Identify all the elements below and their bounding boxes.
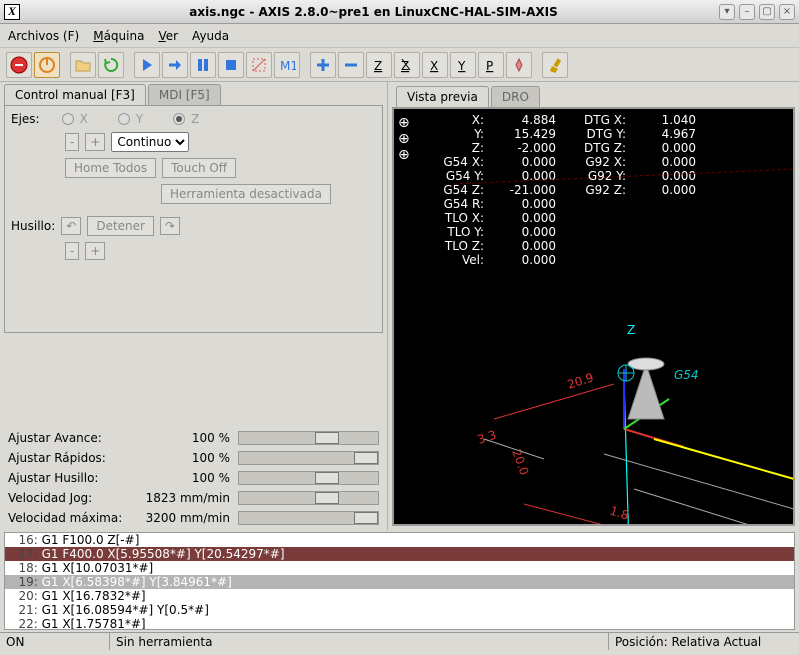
optional-stop-button[interactable]: M1	[274, 52, 300, 78]
window-minimize-button[interactable]: –	[739, 4, 755, 20]
tab-dro[interactable]: DRO	[491, 86, 540, 107]
svg-text:3.3: 3.3	[476, 428, 498, 447]
view-z2-button[interactable]: Z	[394, 52, 420, 78]
preview-viewport[interactable]: ⊕⊕⊕ X:4.884DTG X:1.040Y:15.429DTG Y:4.96…	[392, 107, 795, 526]
gcode-line[interactable]: 20: G1 X[16.7832*#]	[5, 589, 794, 603]
scene-3d: Z G54 20.9 3.3 20.0 1.8	[394, 109, 794, 526]
axis-z-radio[interactable]	[173, 113, 185, 125]
tab-mdi[interactable]: MDI [F5]	[148, 84, 221, 105]
axis-x-radio[interactable]	[62, 113, 74, 125]
gcode-line[interactable]: 18: G1 X[10.07031*#]	[5, 561, 794, 575]
open-button[interactable]	[70, 52, 96, 78]
jog-speed-slider[interactable]	[238, 491, 379, 505]
view-z-button[interactable]: Z	[366, 52, 392, 78]
jog-speed-value: 1823 mm/min	[138, 491, 238, 505]
feed-override-value: 100 %	[138, 431, 238, 445]
estop-button[interactable]	[6, 52, 32, 78]
gcode-line[interactable]: 22: G1 X[1.75781*#]	[5, 617, 794, 630]
tab-preview[interactable]: Vista previa	[396, 86, 489, 107]
axis-y-radio[interactable]	[118, 113, 130, 125]
feed-override-label: Ajustar Avance:	[8, 431, 138, 445]
window-close-button[interactable]: ×	[779, 4, 795, 20]
zoom-out-button[interactable]	[338, 52, 364, 78]
gcode-line[interactable]: 16: G1 F100.0 Z[-#]	[5, 533, 794, 547]
spindle-cw-button[interactable]: ↷	[160, 217, 180, 235]
touch-off-button[interactable]: Touch Off	[162, 158, 236, 178]
svg-text:X: X	[430, 59, 438, 73]
jog-plus-button[interactable]: +	[85, 133, 105, 151]
view-x-button[interactable]: X	[422, 52, 448, 78]
tool-touch-off-button[interactable]: Herramienta desactivada	[161, 184, 331, 204]
menu-help[interactable]: Ayuda	[192, 29, 229, 43]
menu-machine[interactable]: Máquina	[93, 29, 144, 43]
svg-text:P: P	[486, 59, 493, 73]
play-button[interactable]	[134, 52, 160, 78]
gcode-line[interactable]: 21: G1 X[16.08594*#] Y[0.5*#]	[5, 603, 794, 617]
svg-text:G54: G54	[674, 368, 699, 382]
app-icon: X	[4, 4, 20, 20]
menu-view[interactable]: Ver	[158, 29, 178, 43]
status-position: Posición: Relativa Actual	[609, 633, 799, 650]
window-title: axis.ngc - AXIS 2.8.0~pre1 en LinuxCNC-H…	[28, 5, 719, 19]
gcode-listing[interactable]: 16: G1 F100.0 Z[-#] 17: G1 F400.0 X[5.95…	[4, 532, 795, 630]
view-y-button[interactable]: Y	[450, 52, 476, 78]
svg-text:M1: M1	[280, 59, 296, 73]
window-titlebar: X axis.ngc - AXIS 2.8.0~pre1 en LinuxCNC…	[0, 0, 799, 24]
rapid-override-slider[interactable]	[238, 451, 379, 465]
svg-text:Z: Z	[374, 59, 382, 73]
rapid-override-value: 100 %	[138, 451, 238, 465]
tab-manual[interactable]: Control manual [F3]	[4, 84, 146, 105]
spindle-stop-button[interactable]: Detener	[87, 216, 154, 236]
svg-text:Z: Z	[627, 323, 635, 337]
manual-panel: Ejes: X Y Z - + Continuo Home Todos Touc…	[4, 105, 383, 333]
spindle-label: Husillo:	[11, 219, 55, 233]
max-velocity-slider[interactable]	[238, 511, 379, 525]
skip-button[interactable]	[246, 52, 272, 78]
jog-speed-label: Velocidad Jog:	[8, 491, 138, 505]
spindle-ccw-button[interactable]: ↶	[61, 217, 81, 235]
zoom-in-button[interactable]	[310, 52, 336, 78]
svg-text:20.0: 20.0	[509, 447, 531, 477]
spindle-faster-button[interactable]: +	[85, 242, 105, 260]
menu-file[interactable]: Archivos (F)	[8, 29, 79, 43]
pause-button[interactable]	[190, 52, 216, 78]
view-rotate-button[interactable]	[506, 52, 532, 78]
spindle-override-label: Ajustar Husillo:	[8, 471, 138, 485]
gcode-line[interactable]: 19: G1 X[6.58398*#] Y[3.84961*#]	[5, 575, 794, 589]
stop-button[interactable]	[218, 52, 244, 78]
svg-text:20.9: 20.9	[566, 370, 596, 392]
jog-minus-button[interactable]: -	[65, 133, 79, 151]
step-button[interactable]	[162, 52, 188, 78]
rapid-override-label: Ajustar Rápidos:	[8, 451, 138, 465]
svg-text:Z: Z	[401, 59, 409, 73]
max-velocity-value: 3200 mm/min	[138, 511, 238, 525]
spindle-slower-button[interactable]: -	[65, 242, 79, 260]
max-velocity-label: Velocidad máxima:	[8, 511, 138, 525]
clear-plot-button[interactable]	[542, 52, 568, 78]
reload-button[interactable]	[98, 52, 124, 78]
statusbar: ON Sin herramienta Posición: Relativa Ac…	[0, 632, 799, 650]
spindle-override-value: 100 %	[138, 471, 238, 485]
status-tool: Sin herramienta	[110, 633, 609, 650]
home-all-button[interactable]: Home Todos	[65, 158, 156, 178]
window-ontop-button[interactable]: ▾	[719, 4, 735, 20]
jog-mode-select[interactable]: Continuo	[111, 132, 189, 152]
window-maximize-button[interactable]: ▢	[759, 4, 775, 20]
status-on: ON	[0, 633, 110, 650]
power-button[interactable]	[34, 52, 60, 78]
spindle-override-slider[interactable]	[238, 471, 379, 485]
svg-text:Y: Y	[457, 59, 466, 73]
view-p-button[interactable]: P	[478, 52, 504, 78]
feed-override-slider[interactable]	[238, 431, 379, 445]
gcode-line[interactable]: 17: G1 F400.0 X[5.95508*#] Y[20.54297*#]	[5, 547, 794, 561]
toolbar: M1 Z Z X Y P	[0, 48, 799, 82]
axes-label: Ejes:	[11, 112, 40, 126]
menubar: Archivos (F) Máquina Ver Ayuda	[0, 24, 799, 48]
